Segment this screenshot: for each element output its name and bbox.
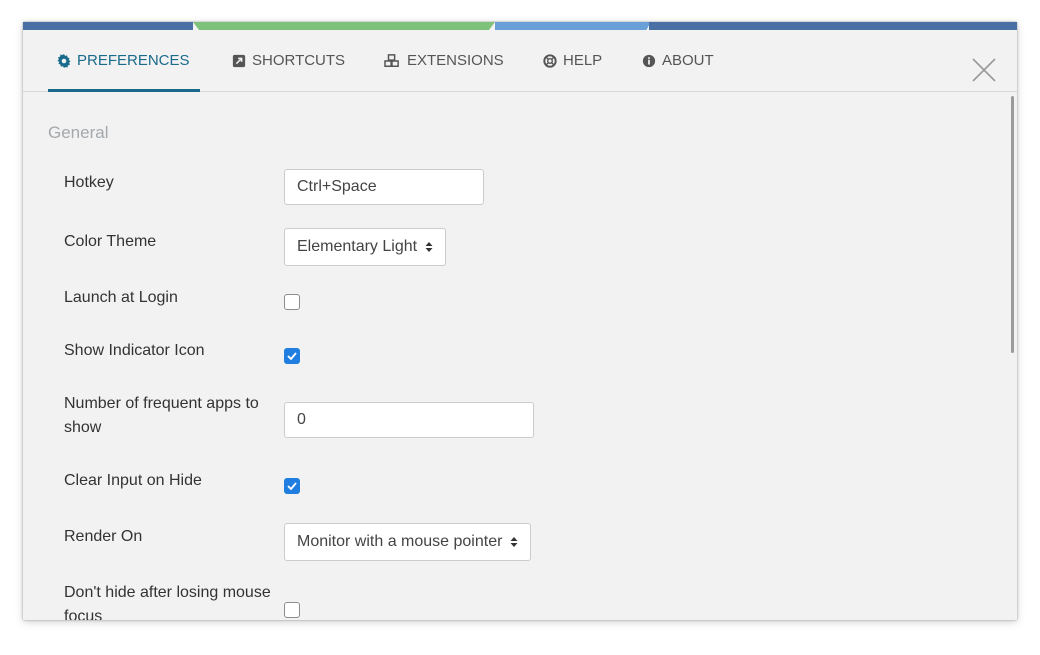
- preferences-content: General Hotkey Color Theme Elementary Li…: [23, 92, 1017, 620]
- accent-bar-segment: [193, 22, 495, 30]
- sort-arrows-icon: [510, 537, 518, 547]
- accent-bar-segment: [495, 22, 651, 30]
- tab-about[interactable]: ABOUT: [642, 30, 714, 91]
- accent-bar-segment: [23, 22, 193, 30]
- checkmark-icon: [287, 482, 297, 490]
- accent-bar: [23, 22, 1017, 30]
- info-circle-icon: [642, 54, 656, 67]
- tab-preferences-label: PREFERENCES: [77, 52, 190, 69]
- launch-at-login-label: Launch at Login: [64, 289, 178, 306]
- close-icon[interactable]: [971, 57, 997, 83]
- tab-help[interactable]: HELP: [543, 30, 602, 91]
- sort-arrows-icon: [425, 242, 433, 252]
- frequent-apps-label: Number of frequent apps to show: [64, 395, 259, 436]
- show-indicator-icon-checkbox[interactable]: [284, 348, 300, 364]
- external-link-icon: [232, 54, 246, 67]
- section-title: General: [48, 123, 109, 142]
- clear-input-on-hide-checkbox[interactable]: [284, 478, 300, 494]
- dont-hide-label: Don't hide after losing mouse focus: [64, 584, 271, 620]
- color-theme-value: Elementary Light: [297, 238, 418, 255]
- frequent-apps-input[interactable]: [284, 402, 534, 438]
- color-theme-label: Color Theme: [64, 233, 157, 250]
- render-on-select[interactable]: Monitor with a mouse pointer: [284, 523, 532, 561]
- launch-at-login-checkbox[interactable]: [284, 294, 300, 310]
- hotkey-label: Hotkey: [64, 174, 114, 191]
- dont-hide-checkbox[interactable]: [284, 602, 300, 618]
- accent-bar-segment: [649, 22, 1017, 30]
- tab-bar: PREFERENCES SHORTCUTS EXTENSIONS HELP AB…: [23, 30, 1017, 92]
- show-indicator-icon-label: Show Indicator Icon: [64, 342, 205, 359]
- color-theme-select[interactable]: Elementary Light: [284, 228, 447, 266]
- tab-extensions[interactable]: EXTENSIONS: [383, 30, 504, 91]
- scrollbar[interactable]: [1011, 96, 1014, 353]
- render-on-label: Render On: [64, 528, 143, 545]
- preferences-window: PREFERENCES SHORTCUTS EXTENSIONS HELP AB…: [23, 22, 1017, 620]
- clear-input-on-hide-label: Clear Input on Hide: [64, 472, 202, 489]
- gear-icon: [57, 53, 71, 68]
- tab-shortcuts[interactable]: SHORTCUTS: [232, 30, 345, 91]
- tab-about-label: ABOUT: [662, 52, 714, 69]
- tab-preferences[interactable]: PREFERENCES: [48, 30, 200, 92]
- checkmark-icon: [287, 352, 297, 360]
- render-on-value: Monitor with a mouse pointer: [297, 533, 503, 550]
- tab-help-label: HELP: [563, 52, 603, 69]
- cubes-icon: [384, 53, 399, 67]
- tab-shortcuts-label: SHORTCUTS: [252, 52, 346, 69]
- life-ring-icon: [543, 53, 557, 68]
- hotkey-input[interactable]: [284, 169, 484, 205]
- tab-extensions-label: EXTENSIONS: [407, 52, 504, 69]
